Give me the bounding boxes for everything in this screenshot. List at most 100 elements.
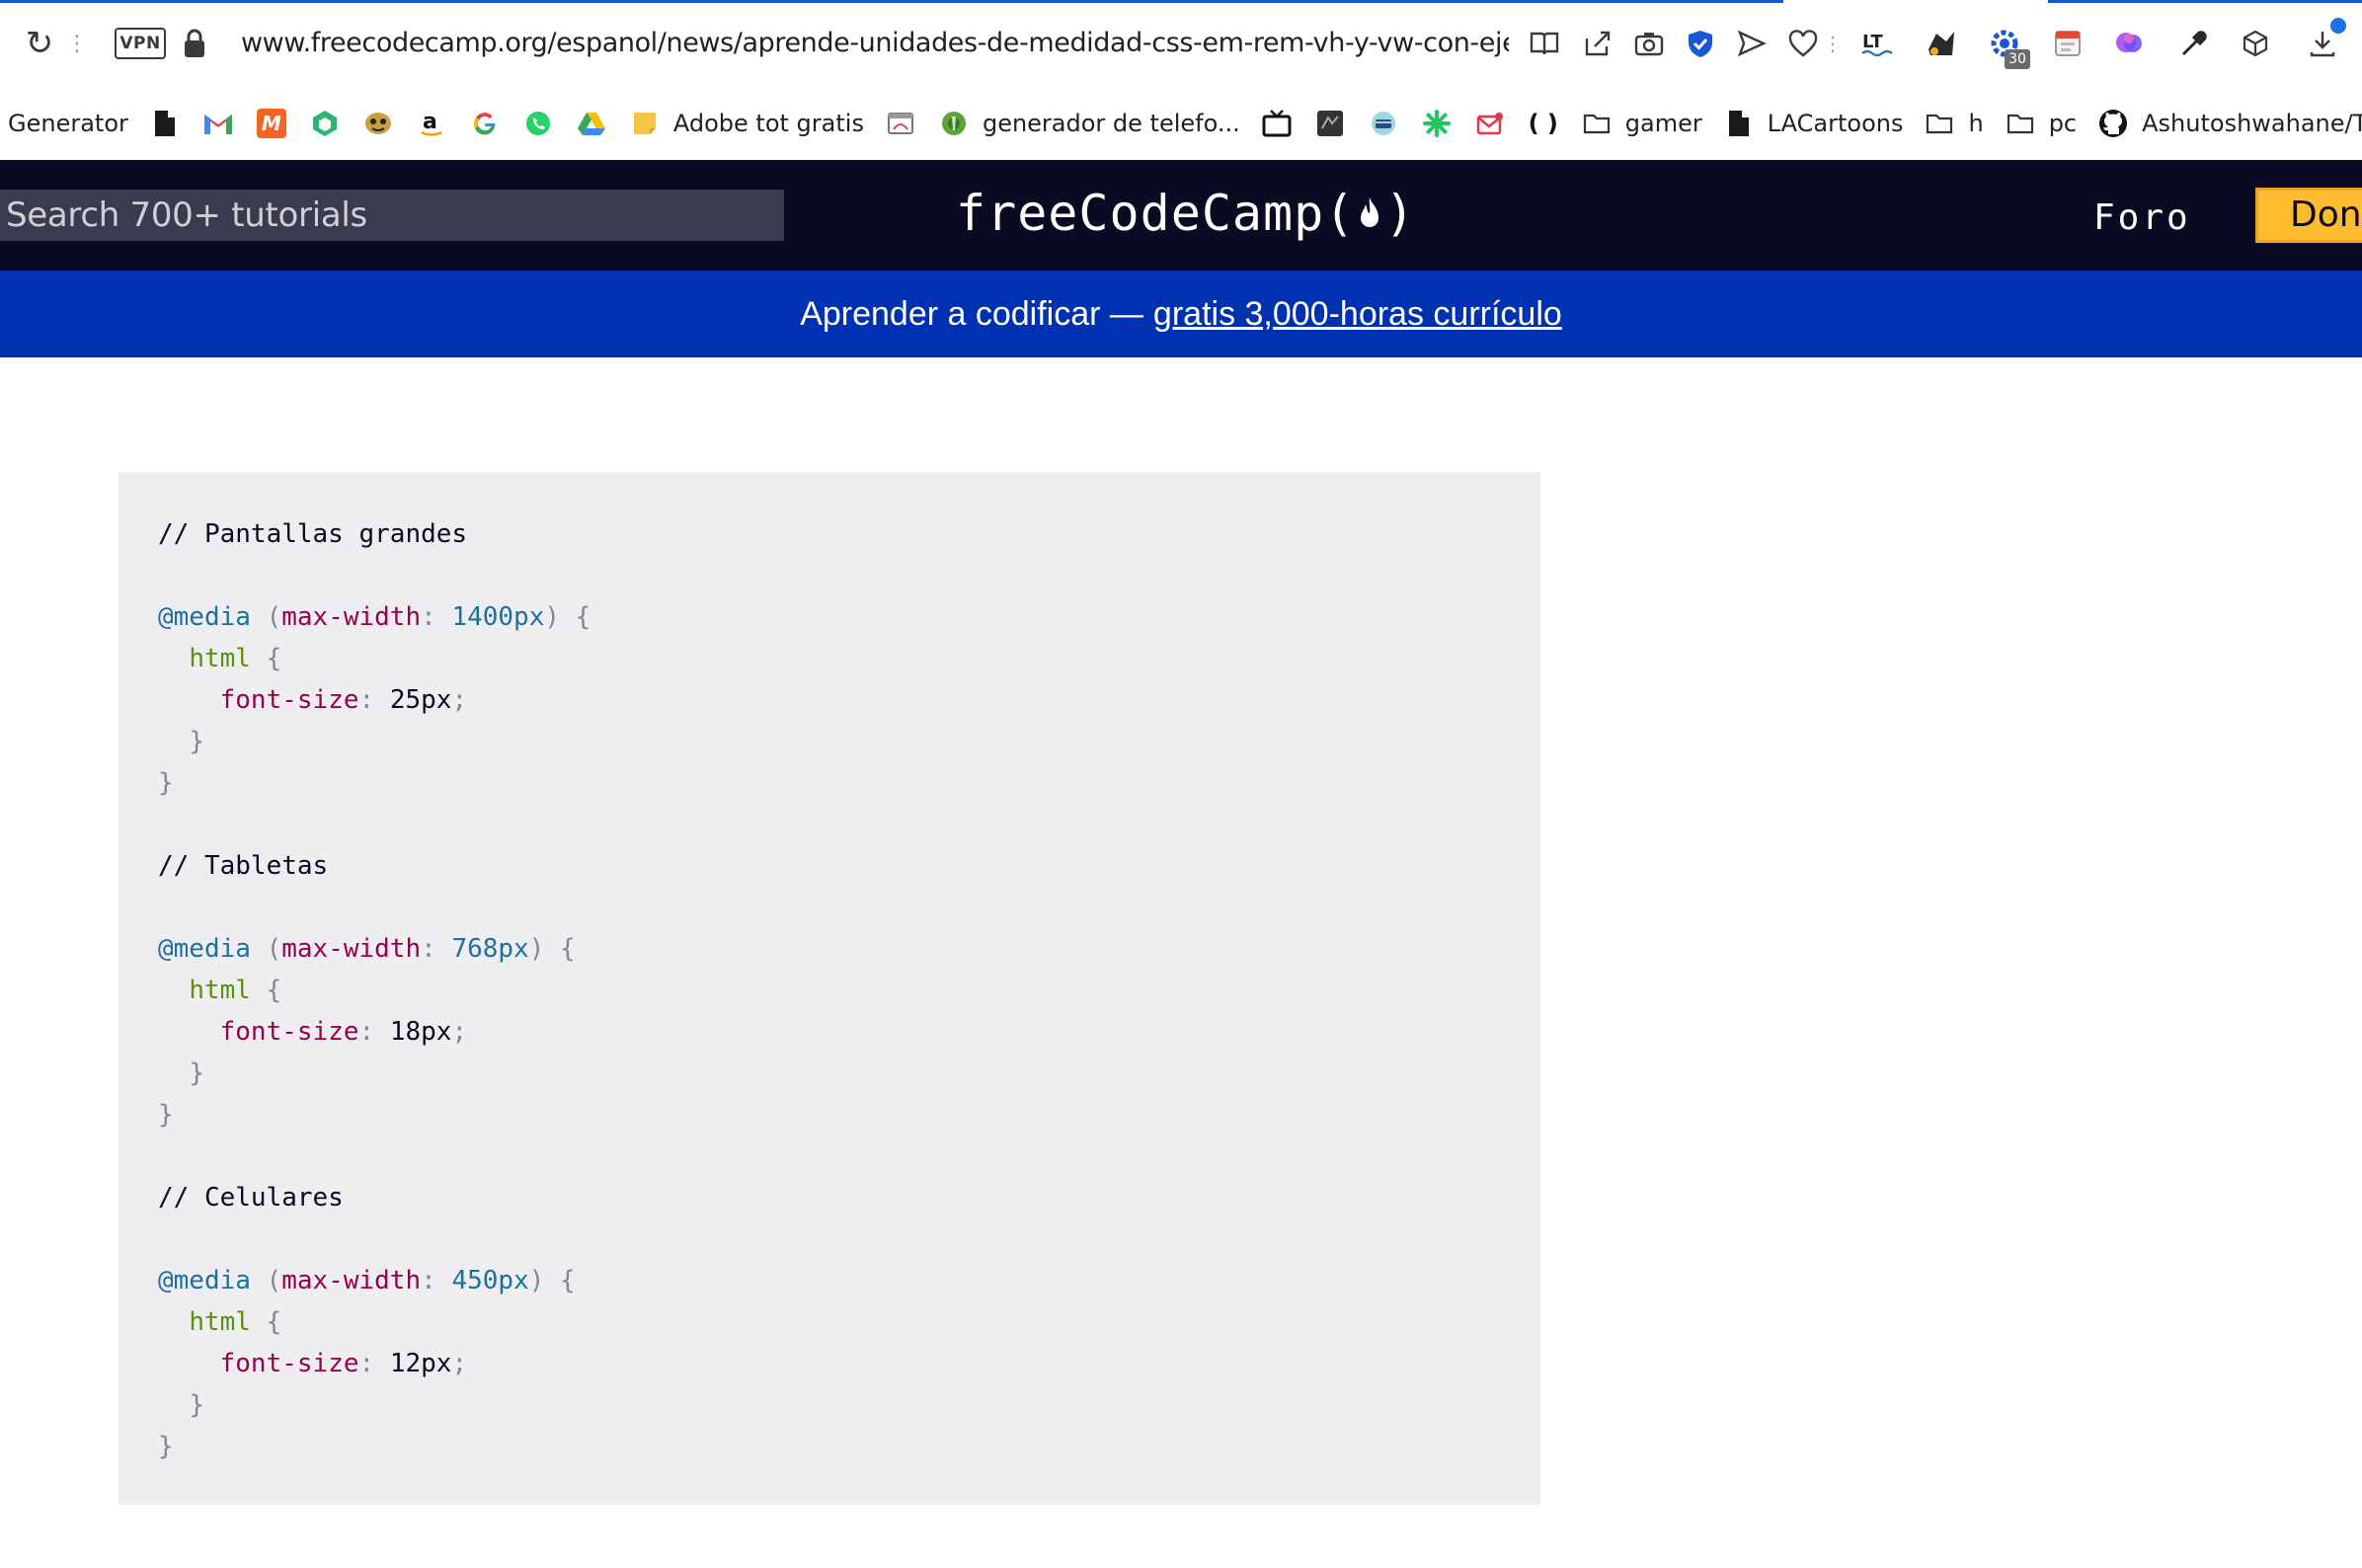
bookmark-drive[interactable] xyxy=(575,98,608,149)
document-icon xyxy=(148,107,182,140)
notes-icon xyxy=(628,107,662,140)
green-spark-icon xyxy=(1420,107,1454,140)
code-line: } xyxy=(158,768,174,798)
promo-banner: Aprender a codificar — gratis 3,000-hora… xyxy=(0,271,2362,357)
bookmark-lacartoons[interactable]: LACartoons xyxy=(1722,98,1904,149)
code-property: font-size xyxy=(219,1349,359,1378)
logo-text: freeCodeCamp( xyxy=(956,185,1356,242)
bookmark-google[interactable] xyxy=(468,98,502,149)
notification-dot xyxy=(2330,18,2346,34)
whatsapp-icon xyxy=(521,107,555,140)
active-tab-indicator xyxy=(0,0,1783,3)
promo-text: Aprender a codificar — xyxy=(800,294,1143,333)
calendar-app-icon[interactable] xyxy=(2046,22,2089,65)
gmail-icon xyxy=(201,107,235,140)
reload-icon[interactable]: ↻ xyxy=(18,22,61,65)
bookmark-mail-app[interactable] xyxy=(1473,98,1507,149)
code-property: font-size xyxy=(219,1017,359,1047)
bookmark-generator[interactable]: Generator xyxy=(8,98,128,149)
m-app-icon: M xyxy=(255,107,288,140)
code-line: } xyxy=(189,1058,204,1088)
code-line: @media (max-width: 768px) { xyxy=(158,934,576,964)
code-selector: html xyxy=(189,976,251,1005)
code-comment: // Pantallas grandes xyxy=(158,519,468,549)
bookmark-amazon[interactable]: a xyxy=(415,98,448,149)
bookmark-github[interactable]: Ashutoshwahane/T... xyxy=(2096,98,2362,149)
cube-icon[interactable] xyxy=(2234,22,2277,65)
page: ↻ ⋮ VPN www.freecodecamp.org/espanol/new… xyxy=(0,0,2362,1568)
bookmark-folder-pc[interactable]: pc xyxy=(2004,98,2077,149)
drag-handle-icon: ⋮ xyxy=(66,31,88,56)
code-selector: html xyxy=(189,644,251,673)
bookmark-folder-h[interactable]: h xyxy=(1923,98,1984,149)
folder-icon xyxy=(1580,107,1614,140)
purple-app-icon[interactable] xyxy=(2107,22,2151,65)
bookmark-gmail[interactable] xyxy=(201,98,235,149)
code-line: // Pantallas grandes xyxy=(158,513,1540,555)
code-comment: // Tabletas xyxy=(158,851,329,881)
flame-icon xyxy=(1355,186,1384,227)
separator-dots-icon: ⋮ xyxy=(1823,32,1843,55)
parentheses-icon: ( ) xyxy=(1528,110,1558,137)
shield-icon[interactable] xyxy=(1679,22,1722,65)
amazon-icon: a xyxy=(415,107,448,140)
bookmark-m-app[interactable]: M xyxy=(255,98,288,149)
bookmark-hexagon-app[interactable] xyxy=(308,98,342,149)
tv-icon xyxy=(1260,107,1294,140)
code-line: font-size: 12px; xyxy=(219,1349,468,1378)
code-line: font-size: 25px; xyxy=(219,685,468,715)
code-at-rule: @media xyxy=(158,1266,251,1295)
send-icon[interactable] xyxy=(1730,22,1773,65)
code-breakpoint: 1400px xyxy=(451,602,545,632)
code-at-rule: @media xyxy=(158,934,251,964)
tab-indicator xyxy=(2048,0,2362,3)
bookmark-dark-app[interactable] xyxy=(1313,98,1347,149)
document-icon xyxy=(1722,107,1756,140)
logo-close: ) xyxy=(1384,185,1416,242)
screenshot-icon[interactable] xyxy=(1627,22,1671,65)
bookmark-tv[interactable] xyxy=(1260,98,1294,149)
vpn-button[interactable]: VPN xyxy=(115,28,166,59)
bookmark-adobe-gratis[interactable]: Adobe tot gratis xyxy=(628,98,864,149)
lock-icon[interactable] xyxy=(178,22,211,65)
donate-button[interactable]: Dona xyxy=(2255,188,2362,243)
bookmark-mask-app[interactable] xyxy=(361,98,395,149)
globe-app-icon xyxy=(937,107,971,140)
bookmark-label: generador de telefo... xyxy=(982,110,1240,137)
bookmark-window-app[interactable] xyxy=(884,98,917,149)
curriculum-link[interactable]: gratis 3,000-horas currículo xyxy=(1153,295,1562,334)
bookmark-folder-gamer[interactable]: gamer xyxy=(1580,98,1702,149)
search-input[interactable]: Search 700+ tutorials xyxy=(0,190,784,241)
bookmark-generador-telefono[interactable]: generador de telefo... xyxy=(937,98,1240,149)
eyedropper-icon[interactable] xyxy=(2172,22,2216,65)
extension-badge: 30 xyxy=(2005,49,2030,69)
svg-text:LT: LT xyxy=(1862,32,1883,52)
freecodecamp-logo[interactable]: freeCodeCamp( ) xyxy=(956,182,1415,245)
languagetool-icon[interactable]: LT xyxy=(1854,22,1898,65)
window-app-icon xyxy=(884,107,917,140)
code-block: // Pantallas grandes @media (max-width: … xyxy=(118,472,1540,1505)
bookmark-document[interactable] xyxy=(148,98,182,149)
code-property: font-size xyxy=(219,685,359,715)
code-feature: max-width xyxy=(281,934,422,964)
reader-mode-icon[interactable] xyxy=(1523,22,1566,65)
share-icon[interactable] xyxy=(1576,22,1619,65)
bookmark-label: h xyxy=(1968,110,1984,137)
bookmark-label: Adobe tot gratis xyxy=(672,110,864,137)
bookmark-green-spark[interactable] xyxy=(1420,98,1454,149)
google-icon xyxy=(468,107,502,140)
code-value: 18px xyxy=(389,1017,452,1047)
svg-text:a: a xyxy=(423,110,437,134)
code-feature: max-width xyxy=(281,1266,422,1295)
forum-link[interactable]: Foro xyxy=(2093,194,2191,243)
bookmark-label: LACartoons xyxy=(1767,110,1904,137)
bookmark-whatsapp[interactable] xyxy=(521,98,555,149)
extension-hand-icon[interactable] xyxy=(1920,22,1963,65)
code-line: } xyxy=(189,727,204,756)
bookmark-parentheses[interactable]: ( ) xyxy=(1527,98,1560,149)
bookmark-card-app[interactable] xyxy=(1367,98,1400,149)
address-bar[interactable]: www.freecodecamp.org/espanol/news/aprend… xyxy=(241,24,1509,63)
heart-icon[interactable] xyxy=(1781,22,1825,65)
